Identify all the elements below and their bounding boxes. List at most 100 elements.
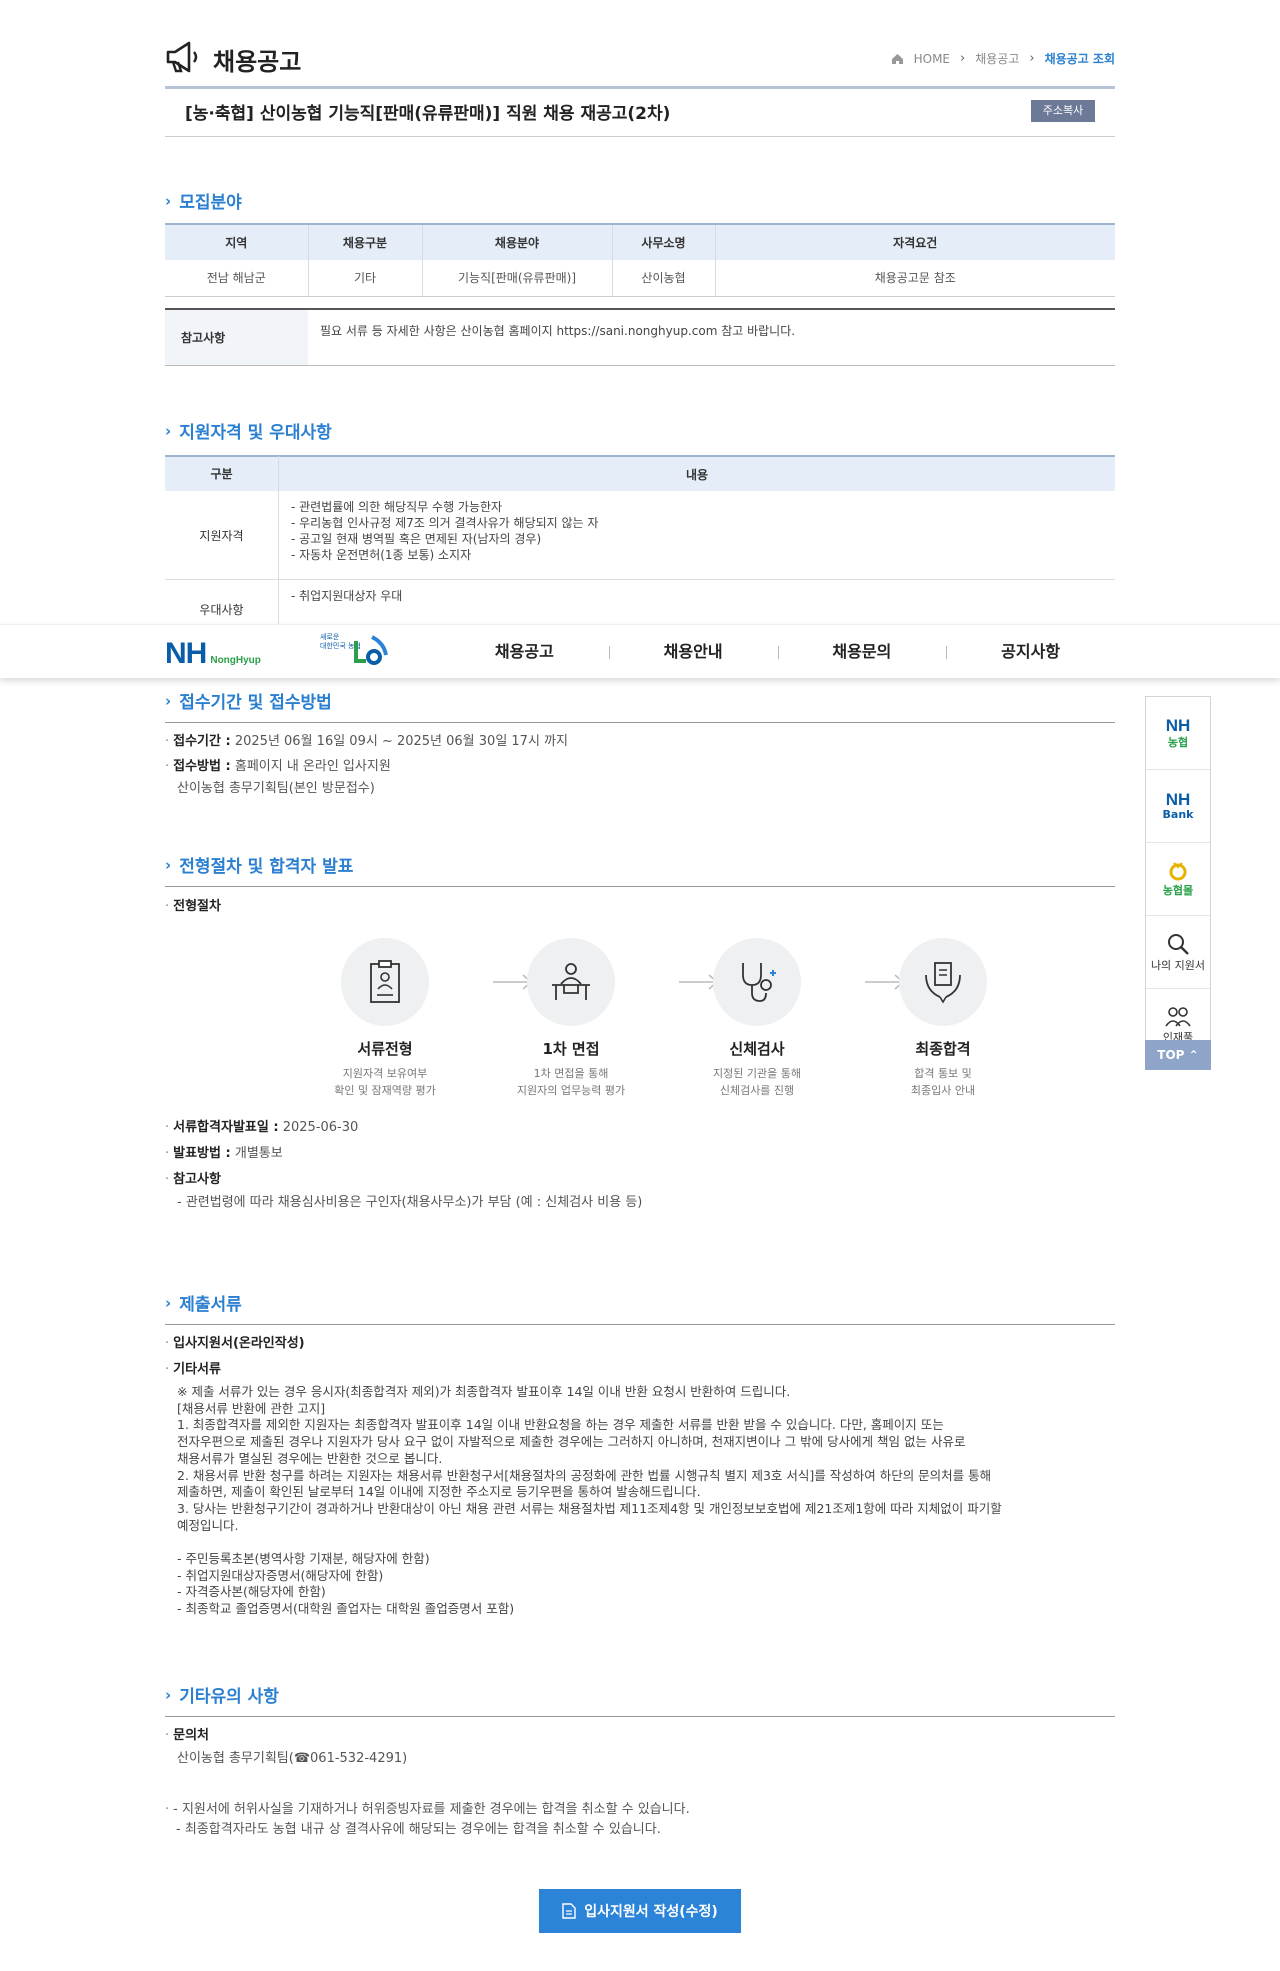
nonghyup-mark-icon xyxy=(354,635,388,665)
section-receipt-heading: › 접수기간 및 접수방법 xyxy=(165,688,332,714)
section-recruit-heading: › 모집분야 xyxy=(165,188,242,214)
interview-icon xyxy=(527,938,615,1026)
step-name: 신체검사 xyxy=(729,1040,785,1058)
scroll-top-button[interactable]: TOP ⌃ xyxy=(1145,1040,1211,1070)
line: - 공고일 현재 병역필 혹은 면제된 자(남자의 경우) xyxy=(291,532,542,546)
step-desc: 지원자격 보유여부 확인 및 잠재역량 평가 xyxy=(334,1067,436,1097)
breadcrumb-recruit[interactable]: 채용공고 xyxy=(975,50,1019,67)
step-final: 최종합격 합격 통보 및 최종입사 안내 xyxy=(873,938,1013,1099)
recruit-table: 지역 채용구분 채용분야 사무소명 자격요건 전남 해남군 기타 기능직[판매(… xyxy=(165,223,1115,297)
chevron-right-icon: › xyxy=(165,691,172,710)
process-label: · 전형절차 xyxy=(165,899,221,914)
people-icon xyxy=(1165,1007,1191,1027)
label: 서류합격자발표일 : xyxy=(173,1120,279,1135)
col-field: 채용분야 xyxy=(421,223,612,260)
value: 2025년 06월 16일 09시 ~ 2025년 06월 30일 17시 까지 xyxy=(234,734,568,749)
copy-address-button[interactable]: 주소복사 xyxy=(1031,100,1095,122)
etc-notes: · - 지원서에 허위사실을 기재하거나 허위증빙자료를 제출한 경우에는 합격을… xyxy=(165,1802,690,1837)
label: 접수기간 : xyxy=(173,734,231,749)
table-row: 지원자격 - 관련법률에 의한 해당직무 수행 가능한자 - 우리농협 인사규정… xyxy=(165,491,1115,580)
page-title: 채용공고 xyxy=(213,48,302,76)
cell-requirement: 채용공고문 참조 xyxy=(714,260,1115,297)
document-icon xyxy=(562,1903,576,1919)
row-key: 지원자격 xyxy=(165,491,279,579)
announce-method: · 발표방법 : 개별통보 xyxy=(165,1146,283,1161)
table-header: 구분 내용 xyxy=(165,455,1115,492)
section-etc-heading: › 기타유의 사항 xyxy=(165,1682,279,1708)
stethoscope-icon xyxy=(713,938,801,1026)
global-nav: NH NongHyup 새로운 대한민국 농협 채용공고 채용안내 채용문의 공지사… xyxy=(0,624,1280,678)
label: 접수방법 : xyxy=(173,759,231,774)
main-menu: 채용공고 채용안내 채용문의 공지사항 xyxy=(440,625,1115,679)
quick-nh-nonghyup[interactable]: NH 농협 xyxy=(1146,697,1210,770)
breadcrumb: HOME › 채용공고 › 채용공고 조회 xyxy=(891,50,1115,67)
chevron-right-icon: › xyxy=(1029,51,1035,66)
reference-value: 필요 서류 등 자세한 사항은 산이농협 홈페이지 https://sani.n… xyxy=(320,324,796,338)
laurel-icon xyxy=(899,938,987,1026)
section-title: 전형절차 및 합격자 발표 xyxy=(179,857,354,877)
breadcrumb-current: 채용공고 조회 xyxy=(1044,52,1115,66)
megaphone-icon xyxy=(166,41,198,73)
receipt-method: · 접수방법 : 홈페이지 내 온라인 입사지원 xyxy=(165,759,391,774)
line: - 관련법률에 의한 해당직무 수행 가능한자 xyxy=(291,500,503,514)
col-region: 지역 xyxy=(165,223,308,260)
step-name: 서류전형 xyxy=(357,1040,413,1058)
value: 홈페이지 내 온라인 입사지원 xyxy=(234,759,391,774)
value: 2025-06-30 xyxy=(282,1120,359,1135)
process-note-value: - 관련법령에 따라 채용심사비용은 구인자(채용사무소)가 부담 (예 : 신… xyxy=(177,1195,643,1210)
home-icon[interactable] xyxy=(891,53,904,65)
cell-field: 기능직[판매(유류판매)] xyxy=(421,260,612,297)
line: - 취업지원대상자 우대 xyxy=(291,589,403,603)
step-document: 서류전형 지원자격 보유여부 확인 및 잠재역량 평가 xyxy=(315,938,455,1099)
col-type: 구분 xyxy=(165,456,279,492)
contact-label: · 문의처 xyxy=(165,1728,210,1743)
quick-nh-mall[interactable]: 농협몰 xyxy=(1146,843,1210,916)
section-title: 제출서류 xyxy=(179,1295,242,1315)
section-title: 기타유의 사항 xyxy=(179,1687,279,1707)
col-office: 사무소명 xyxy=(611,223,715,260)
line: - 자동차 운전면허(1종 보통) 소지자 xyxy=(291,548,472,562)
doc-detail-text: ※ 제출 서류가 있는 경우 응시자(최종합격자 제외)가 최종합격자 발표이후… xyxy=(177,1384,1002,1617)
cell-type: 기타 xyxy=(307,260,422,297)
label: 전형절차 xyxy=(173,899,221,914)
section-title: 지원자격 및 우대사항 xyxy=(179,423,332,443)
chevron-right-icon: › xyxy=(165,1685,172,1704)
nh-logo[interactable]: NH NongHyup xyxy=(165,637,261,671)
step-name: 1차 면접 xyxy=(542,1040,600,1058)
chevron-right-icon: › xyxy=(165,191,172,210)
menu-guide[interactable]: 채용안내 xyxy=(608,625,778,679)
reference-table: 참고사항 필요 서류 등 자세한 사항은 산이농협 홈페이지 https://s… xyxy=(165,308,1115,366)
search-icon xyxy=(1168,934,1189,955)
cell-region: 전남 해남군 xyxy=(165,260,308,297)
col-requirement: 자격요건 xyxy=(714,223,1115,260)
step-desc: 지정된 기관을 통해 신체검사를 진행 xyxy=(713,1067,801,1097)
line: - 우리농협 인사규정 제7조 의거 결격사유가 해당되지 않는 자 xyxy=(291,516,599,530)
value: 개별통보 xyxy=(234,1146,283,1161)
menu-notice[interactable]: 공지사항 xyxy=(946,625,1115,679)
chevron-right-icon: › xyxy=(165,855,172,874)
section-documents-heading: › 제출서류 xyxy=(165,1290,242,1316)
step-desc: 1차 면접을 통해 지원자의 업무능력 평가 xyxy=(516,1067,626,1097)
mall-icon xyxy=(1169,862,1187,881)
col-type: 채용구분 xyxy=(307,223,422,260)
chevron-up-icon: ⌃ xyxy=(1188,1048,1199,1062)
table-row: 전남 해남군 기타 기능직[판매(유류판매)] 산이농협 채용공고문 참조 xyxy=(165,260,1115,297)
quick-nh-bank[interactable]: NH Bank xyxy=(1146,770,1210,843)
chevron-right-icon: › xyxy=(165,421,172,440)
breadcrumb-home[interactable]: HOME xyxy=(914,52,950,66)
quick-my-application[interactable]: 나의 지원서 xyxy=(1146,916,1210,989)
step-interview: 1차 면접 1차 면접을 통해 지원자의 업무능력 평가 xyxy=(501,938,641,1099)
step-desc: 합격 통보 및 최종입사 안내 xyxy=(910,1067,976,1097)
menu-inquiry[interactable]: 채용문의 xyxy=(777,625,947,679)
posting-divider xyxy=(165,136,1115,137)
menu-recruit[interactable]: 채용공고 xyxy=(440,625,609,679)
apply-form-button[interactable]: 입사지원서 작성(수정) xyxy=(539,1889,741,1933)
step-medical: 신체검사 지정된 기관을 통해 신체검사를 진행 xyxy=(687,938,827,1099)
qualification-table: 구분 내용 지원자격 - 관련법률에 의한 해당직무 수행 가능한자 - 우리농… xyxy=(165,455,1115,640)
quick-menu: NH 농협 NH Bank 농협몰 나의 지원서 인재풀 TOP ⌃ xyxy=(1145,696,1211,1070)
section-divider xyxy=(165,886,1115,887)
chevron-right-icon: › xyxy=(165,1293,172,1312)
apply-button-label: 입사지원서 작성(수정) xyxy=(584,1904,718,1920)
row-value: - 관련법률에 의한 해당직무 수행 가능한자 - 우리농협 인사규정 제7조 … xyxy=(279,491,1115,579)
step-name: 최종합격 xyxy=(915,1040,971,1058)
